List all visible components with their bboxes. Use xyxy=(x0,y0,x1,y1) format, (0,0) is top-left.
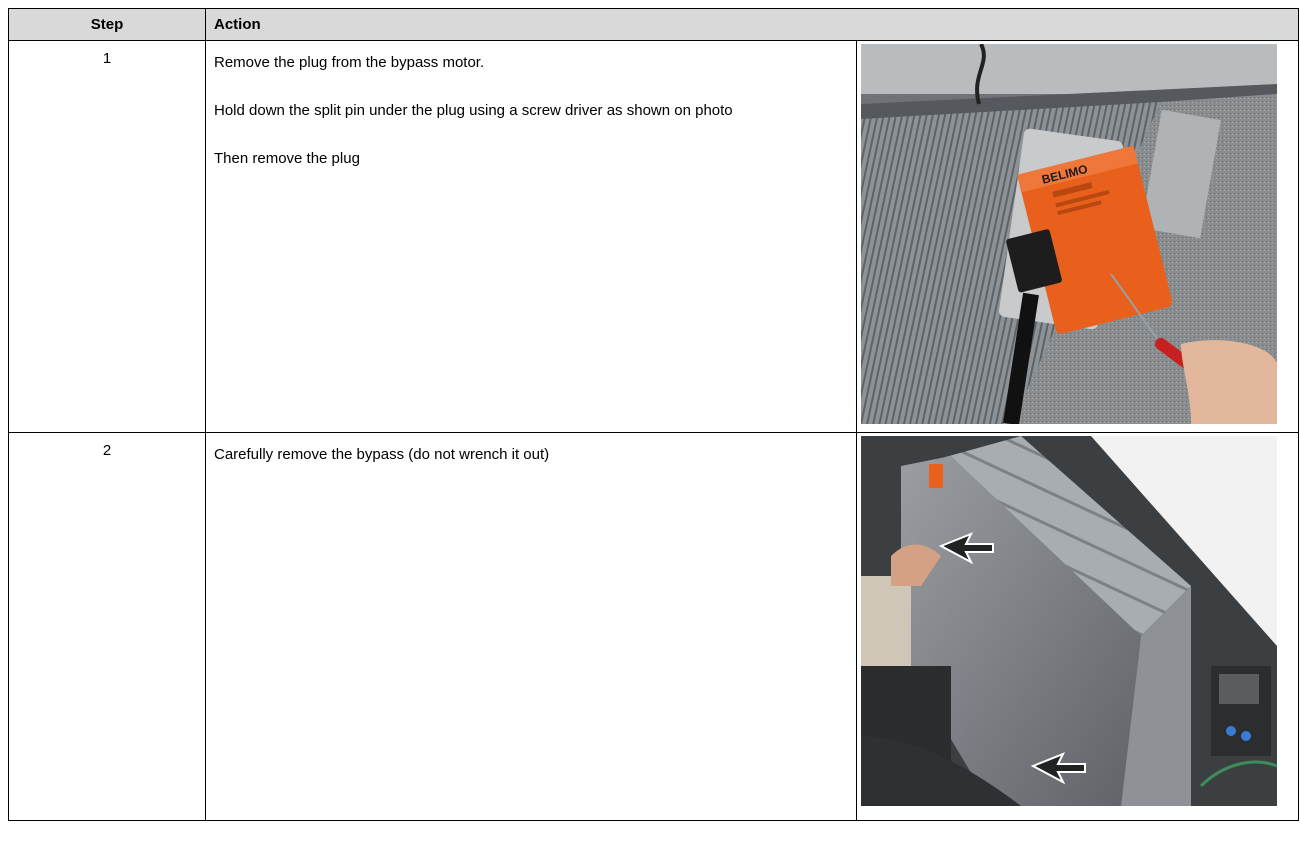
step-number: 2 xyxy=(8,432,206,821)
step-number: 1 xyxy=(8,40,206,433)
header-step: Step xyxy=(8,8,206,41)
action-line: Carefully remove the bypass (do not wren… xyxy=(214,446,550,463)
table-header-row: Step Action xyxy=(8,8,1300,41)
action-line: Hold down the split pin under the plug u… xyxy=(214,102,733,119)
table-row: 1 Remove the plug from the bypass motor.… xyxy=(8,40,1300,433)
table-row: 2 Carefully remove the bypass (do not wr… xyxy=(8,432,1300,821)
bypass-motor-photo: BELIMO xyxy=(861,44,1277,424)
header-action: Action xyxy=(204,8,1300,41)
action-text: Remove the plug from the bypass motor. H… xyxy=(205,40,857,433)
photo-cell: BELIMO xyxy=(855,40,1300,433)
instruction-table: Step Action 1 Remove the plug from the b… xyxy=(8,8,1300,821)
photo-cell xyxy=(855,432,1300,821)
bypass-removal-photo xyxy=(861,436,1277,806)
action-line: Remove the plug from the bypass motor. xyxy=(214,54,485,71)
action-text: Carefully remove the bypass (do not wren… xyxy=(205,432,857,821)
action-line: Then remove the plug xyxy=(214,150,360,167)
